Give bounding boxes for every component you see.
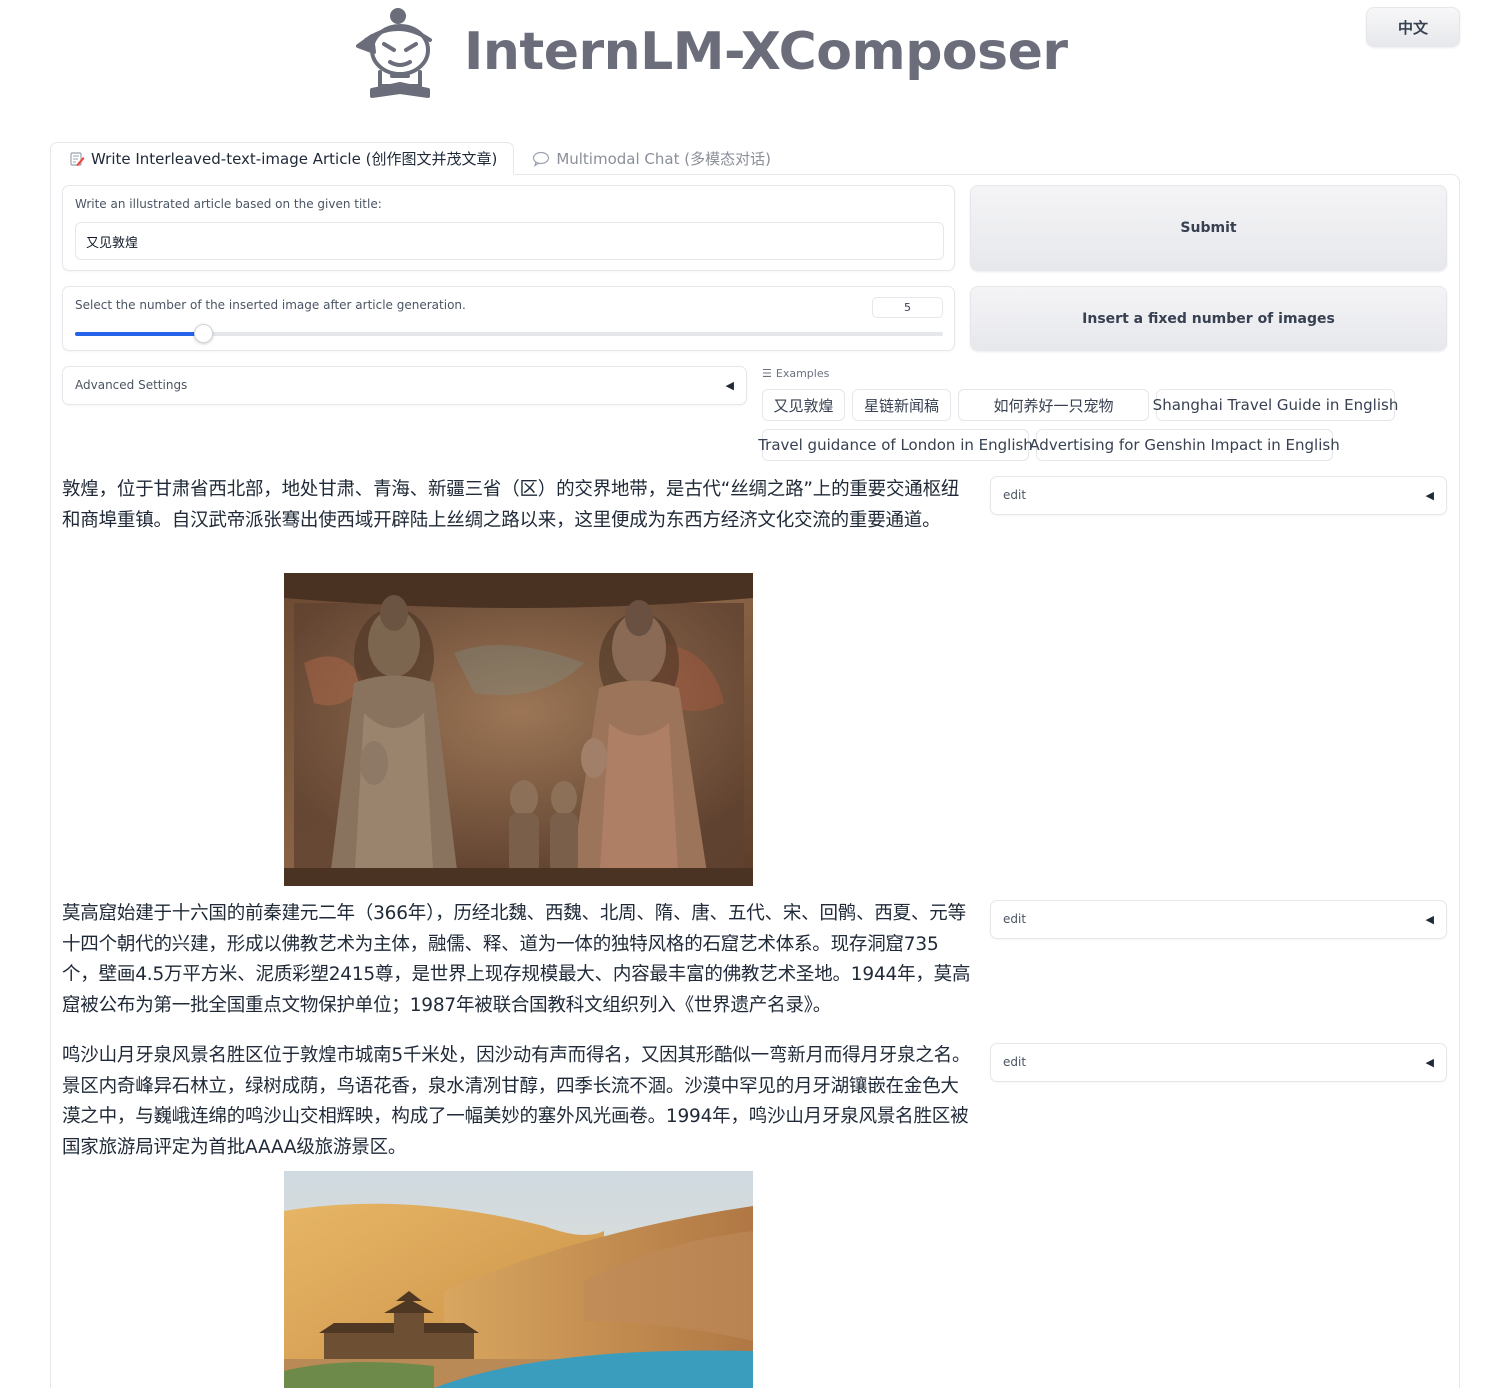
collapse-caret-icon: ◀ <box>1425 1056 1434 1069</box>
crescent-lake-image <box>284 1171 753 1388</box>
edit-accordion[interactable]: edit ◀ <box>990 900 1447 939</box>
example-button[interactable]: Shanghai Travel Guide in English <box>1153 389 1398 421</box>
tab-write-article-label: Write Interleaved-text-image Article (创作… <box>91 150 498 168</box>
edit-label: edit <box>1003 1055 1027 1069</box>
examples-label: Examples <box>775 367 830 380</box>
collapse-caret-icon: ◀ <box>725 379 734 392</box>
image-count-slider-track[interactable] <box>75 324 943 343</box>
list-icon: ☰ <box>762 367 772 380</box>
article-image-buddha-statues <box>284 573 753 886</box>
image-count-slider-group: Select the number of the inserted image … <box>62 286 955 351</box>
examples-header: ☰ Examples <box>762 367 829 380</box>
advanced-settings-label: Advanced Settings <box>75 378 188 392</box>
edit-accordion[interactable]: edit ◀ <box>990 476 1447 515</box>
buddha-statues-image <box>284 573 753 886</box>
tab-panel <box>50 174 1460 1388</box>
article-paragraph: 莫高窟始建于十六国的前秦建元二年（366年），历经北魏、西魏、北周、隋、唐、五代… <box>62 903 971 1016</box>
edit-accordion[interactable]: edit ◀ <box>990 1043 1447 1082</box>
title-input-group: Write an illustrated article based on th… <box>62 185 955 271</box>
image-count-number-input[interactable] <box>872 297 943 318</box>
example-button[interactable]: 又见敦煌 <box>762 389 845 421</box>
header: InternLM-XComposer 中文 <box>0 0 1505 110</box>
edit-label: edit <box>1003 912 1027 926</box>
article-image-crescent-lake <box>284 1171 753 1388</box>
mascot-logo-icon <box>356 8 432 98</box>
collapse-caret-icon: ◀ <box>1425 489 1434 502</box>
tab-bar: Write Interleaved-text-image Article (创作… <box>50 142 787 175</box>
image-count-label: Select the number of the inserted image … <box>75 298 466 312</box>
tab-multimodal-chat-label: Multimodal Chat (多模态对话) <box>556 150 771 168</box>
tab-multimodal-chat[interactable]: Multimodal Chat (多模态对话) <box>514 142 787 175</box>
insert-images-button[interactable]: Insert a fixed number of images <box>970 286 1447 351</box>
article-paragraph: 敦煌，位于甘肃省西北部，地处甘肃、青海、新疆三省（区）的交界地带，是古代“丝绸之… <box>62 479 960 531</box>
example-button[interactable]: Travel guidance of London in English <box>758 429 1033 461</box>
example-button[interactable]: Advertising for Genshin Impact in Englis… <box>1029 429 1340 461</box>
article-paragraph: 鸣沙山月牙泉风景名胜区位于敦煌市城南5千米处，因沙动有声而得名，又因其形酷似一弯… <box>62 1045 971 1158</box>
image-count-slider-fill <box>75 332 203 336</box>
advanced-settings-accordion[interactable]: Advanced Settings ◀ <box>62 366 747 405</box>
example-button[interactable]: 星链新闻稿 <box>852 389 951 421</box>
language-toggle-button[interactable]: 中文 <box>1366 7 1460 47</box>
example-button[interactable]: 如何养好一只宠物 <box>958 389 1149 421</box>
tab-write-article[interactable]: Write Interleaved-text-image Article (创作… <box>50 142 515 175</box>
app-title: InternLM-XComposer <box>464 22 1068 82</box>
collapse-caret-icon: ◀ <box>1425 913 1434 926</box>
edit-icon <box>69 151 85 167</box>
submit-button[interactable]: Submit <box>970 185 1447 271</box>
title-input-label: Write an illustrated article based on th… <box>75 197 382 211</box>
title-input[interactable] <box>75 222 944 260</box>
image-count-slider-handle[interactable] <box>194 324 213 343</box>
edit-label: edit <box>1003 488 1027 502</box>
logo: InternLM-XComposer <box>352 6 1068 98</box>
chat-bubble-icon <box>532 151 550 167</box>
